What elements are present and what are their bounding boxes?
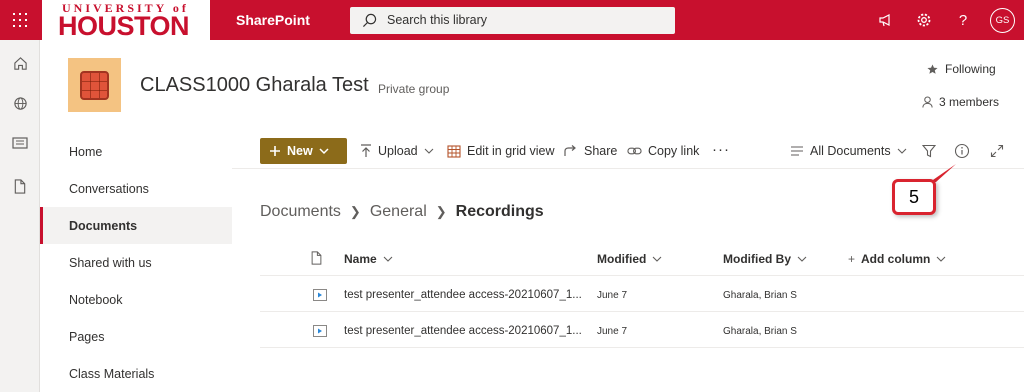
user-avatar[interactable]: GS xyxy=(990,8,1015,33)
copy-link-button[interactable]: Copy link xyxy=(627,144,699,158)
nav-item-home[interactable]: Home xyxy=(40,133,232,170)
breadcrumb-recordings: Recordings xyxy=(455,203,544,220)
waffle-icon xyxy=(13,13,27,27)
video-file-icon xyxy=(313,325,327,337)
document-icon[interactable] xyxy=(10,176,30,196)
chevron-down-icon xyxy=(797,256,807,262)
modified-date: June 7 xyxy=(597,290,628,301)
globe-icon[interactable] xyxy=(10,93,30,113)
chevron-down-icon xyxy=(383,256,393,262)
edit-grid-view-button[interactable]: Edit in grid view xyxy=(447,144,555,158)
link-icon xyxy=(627,147,642,155)
breadcrumb: Documents ❯ General ❯ Recordings xyxy=(260,203,544,221)
chevron-down-icon xyxy=(936,256,946,262)
nav-item-documents[interactable]: Documents xyxy=(40,207,232,244)
logo-bottom-text: HOUSTON xyxy=(58,11,190,41)
file-type-icon[interactable] xyxy=(311,251,322,265)
nav-item-class-materials[interactable]: Class Materials xyxy=(40,355,232,392)
university-logo[interactable]: UNIVERSITY of HOUSTON xyxy=(42,0,210,40)
suite-bar: UNIVERSITY of HOUSTON SharePoint Search … xyxy=(0,0,1024,40)
modified-by[interactable]: Gharala, Brian S xyxy=(723,326,797,337)
breadcrumb-general[interactable]: General xyxy=(370,203,427,221)
plus-icon: + xyxy=(848,252,856,266)
column-name-label: Name xyxy=(344,252,377,266)
site-navigation: Home Conversations Documents Shared with… xyxy=(40,133,232,392)
chevron-down-icon xyxy=(319,147,329,154)
column-header-name[interactable]: Name xyxy=(344,252,393,266)
members-button[interactable]: 3 members xyxy=(922,95,999,109)
gear-icon[interactable] xyxy=(914,10,934,30)
nav-item-pages[interactable]: Pages xyxy=(40,318,232,355)
plus-icon xyxy=(270,146,280,156)
share-button[interactable]: Share xyxy=(564,144,617,158)
upload-label: Upload xyxy=(378,144,418,158)
share-label: Share xyxy=(584,144,618,158)
add-column-button[interactable]: + Add column xyxy=(848,252,946,266)
video-file-icon xyxy=(313,289,327,301)
app-title[interactable]: SharePoint xyxy=(236,12,310,28)
search-icon xyxy=(362,13,377,28)
group-type-label: Private group xyxy=(378,82,450,96)
new-button[interactable]: New xyxy=(260,138,347,164)
share-icon xyxy=(564,145,576,156)
list-icon xyxy=(791,146,803,156)
search-box[interactable]: Search this library xyxy=(350,7,675,34)
step-callout: 5 xyxy=(892,179,936,215)
chevron-right-icon: ❯ xyxy=(349,204,361,219)
column-modified-label: Modified xyxy=(597,252,647,266)
view-label: All Documents xyxy=(810,144,891,158)
help-icon[interactable]: ? xyxy=(953,10,973,30)
add-column-label: Add column xyxy=(861,252,931,266)
view-switcher[interactable]: All Documents xyxy=(790,144,907,158)
chevron-down-icon xyxy=(424,148,434,154)
copy-link-label: Copy link xyxy=(648,144,700,158)
nav-item-notebook[interactable]: Notebook xyxy=(40,281,232,318)
info-icon[interactable] xyxy=(953,142,971,160)
chevron-down-icon xyxy=(652,256,662,262)
following-button[interactable]: Following xyxy=(927,62,996,76)
members-label: 3 members xyxy=(939,95,1000,109)
chevron-right-icon: ❯ xyxy=(435,204,447,219)
new-button-label: New xyxy=(287,144,313,158)
column-header-modified[interactable]: Modified xyxy=(597,252,662,266)
file-name-link[interactable]: test presenter_attendee access-20210607_… xyxy=(344,325,582,337)
site-logo[interactable] xyxy=(68,58,121,112)
column-modified-by-label: Modified By xyxy=(723,252,791,266)
modified-date: June 7 xyxy=(597,326,628,337)
news-icon[interactable] xyxy=(10,133,30,153)
filter-icon[interactable] xyxy=(920,142,938,160)
callout-pointer xyxy=(930,164,956,182)
star-icon xyxy=(927,63,938,74)
site-title[interactable]: CLASS1000 Gharala Test xyxy=(140,74,369,97)
upload-button[interactable]: Upload xyxy=(360,144,434,158)
edit-grid-view-label: Edit in grid view xyxy=(467,144,555,158)
file-name-link[interactable]: test presenter_attendee access-20210607_… xyxy=(344,289,582,301)
more-actions-button[interactable]: ··· xyxy=(712,141,730,158)
home-icon[interactable] xyxy=(10,53,30,73)
search-placeholder: Search this library xyxy=(387,13,488,27)
upload-icon xyxy=(361,144,371,157)
grid-icon xyxy=(447,144,461,158)
breadcrumb-documents[interactable]: Documents xyxy=(260,203,341,221)
app-launcher-button[interactable] xyxy=(0,0,40,40)
column-header-modified-by[interactable]: Modified By xyxy=(723,252,807,266)
megaphone-icon[interactable] xyxy=(876,10,896,30)
nav-item-shared-with-us[interactable]: Shared with us xyxy=(40,244,232,281)
app-rail xyxy=(0,40,40,392)
nav-item-conversations[interactable]: Conversations xyxy=(40,170,232,207)
expand-icon[interactable] xyxy=(988,142,1006,160)
modified-by[interactable]: Gharala, Brian S xyxy=(723,290,797,301)
following-label: Following xyxy=(945,62,996,76)
chevron-down-icon xyxy=(897,148,906,154)
person-icon xyxy=(922,96,933,108)
site-logo-mark xyxy=(80,71,109,100)
